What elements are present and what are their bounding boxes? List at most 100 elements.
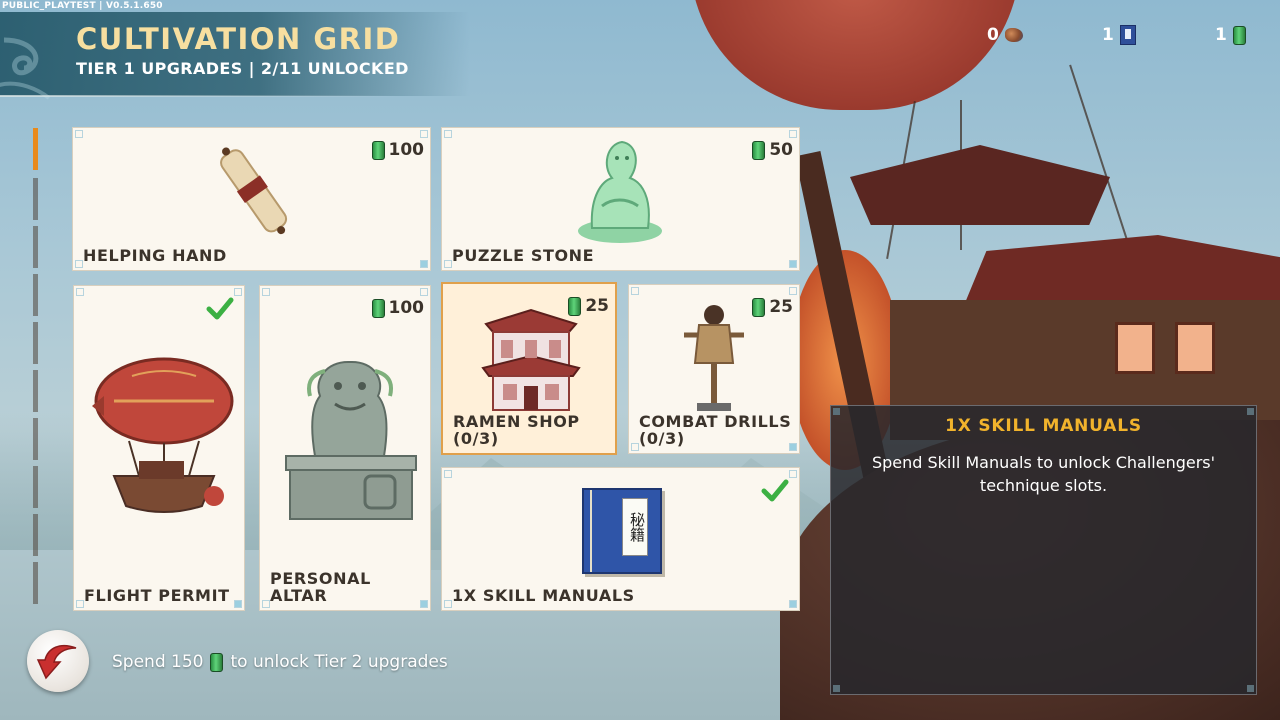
gem-icon xyxy=(210,652,224,672)
panel-corner xyxy=(833,685,840,692)
detail-panel: 1X SKILL MANUALS Spend Skill Manuals to … xyxy=(830,405,1257,695)
detail-description: Spend Skill Manuals to unlock Challenger… xyxy=(871,453,1216,495)
back-arrow-icon xyxy=(36,644,77,680)
version-label: PUBLIC_PLAYTEST | V0.5.1.650 xyxy=(2,1,163,11)
check-icon xyxy=(206,297,234,320)
panel-corner xyxy=(833,408,840,415)
airship-balloon xyxy=(690,0,1020,110)
ore-icon xyxy=(1004,28,1023,42)
training-dummy-icon xyxy=(684,305,744,411)
card-label: HELPING HAND xyxy=(83,246,227,265)
tier-rail-segment-active[interactable] xyxy=(33,128,38,170)
currency-ore: 0 xyxy=(987,25,1023,45)
card-corner xyxy=(789,470,797,478)
card-label: COMBAT DRILLS (0/3) xyxy=(639,413,791,447)
card-corner xyxy=(75,260,83,268)
card-corner xyxy=(444,260,452,268)
card-cost: 100 xyxy=(371,298,425,318)
currency-value: 0 xyxy=(987,25,999,45)
card-corner xyxy=(234,288,242,296)
cost-value: 100 xyxy=(388,298,425,318)
gem-icon xyxy=(371,298,385,318)
upgrade-card-combat-drills[interactable]: 25 COMBAT DRILLS (0/3) xyxy=(628,284,800,454)
gem-icon xyxy=(752,140,766,160)
tier-rail-segment[interactable] xyxy=(33,466,38,508)
currency-value: 1 xyxy=(1215,25,1227,45)
cost-value: 50 xyxy=(769,140,793,160)
card-corner xyxy=(789,287,797,295)
cabin-window xyxy=(1175,322,1215,374)
card-corner xyxy=(76,600,84,608)
card-corner xyxy=(789,260,797,268)
cabin-window xyxy=(1115,322,1155,374)
currency-value: 1 xyxy=(1102,25,1114,45)
tier-rail-segment[interactable] xyxy=(33,226,38,268)
card-corner xyxy=(262,288,270,296)
card-cost: 25 xyxy=(752,297,793,317)
tier-rail-segment[interactable] xyxy=(33,274,38,316)
card-corner xyxy=(420,288,428,296)
tier-rail-segment[interactable] xyxy=(33,562,38,604)
header-divider xyxy=(0,95,400,97)
card-label-line: (0/3) xyxy=(639,429,685,448)
tier-rail-segment[interactable] xyxy=(33,514,38,556)
card-label-line: COMBAT DRILLS xyxy=(639,412,792,431)
scroll-icon xyxy=(220,147,288,235)
skill-manual-book-icon: 秘籍 xyxy=(582,488,662,574)
tier-message-text: to unlock Tier 2 upgrades xyxy=(230,652,448,672)
back-button[interactable] xyxy=(27,630,89,692)
upgrade-card-helping-hand[interactable]: 100 HELPING HAND xyxy=(72,127,431,271)
card-corner xyxy=(789,600,797,608)
gem-icon xyxy=(371,140,385,160)
card-cost: 50 xyxy=(752,140,793,160)
airship-roof xyxy=(850,145,1110,225)
gem-icon xyxy=(1232,25,1246,45)
tier-rail-segment[interactable] xyxy=(33,370,38,412)
page-title: CULTIVATION GRID xyxy=(76,22,401,56)
card-corner xyxy=(76,288,84,296)
card-label: FLIGHT PERMIT xyxy=(84,586,230,605)
card-corner xyxy=(75,130,83,138)
book-title: 秘籍 xyxy=(622,498,648,556)
rope xyxy=(1069,64,1133,256)
tier-rail-segment[interactable] xyxy=(33,178,38,220)
check-icon xyxy=(761,479,789,502)
upgrade-card-skill-manuals[interactable]: 秘籍 1X SKILL MANUALS xyxy=(441,467,800,611)
card-cost: 25 xyxy=(568,296,609,316)
upgrade-card-ramen-shop[interactable]: 25 RAMEN SHOP (0/3) xyxy=(441,282,617,455)
card-label: RAMEN SHOP (0/3) xyxy=(453,412,580,448)
upgrade-card-puzzle-stone[interactable]: 50 PUZZLE STONE xyxy=(441,127,800,271)
card-corner xyxy=(631,443,639,451)
jade-statue-icon xyxy=(578,140,662,243)
tier-message-text: Spend 150 xyxy=(112,652,204,672)
card-label: 1X SKILL MANUALS xyxy=(452,586,635,605)
cost-value: 25 xyxy=(769,297,793,317)
cost-value: 100 xyxy=(388,140,425,160)
cost-value: 25 xyxy=(585,296,609,316)
tier-rail-segment[interactable] xyxy=(33,322,38,364)
upgrade-card-personal-altar[interactable]: 100 PERSONAL ALTAR xyxy=(259,285,431,611)
airship-icon xyxy=(92,357,234,513)
page-subtitle: TIER 1 UPGRADES | 2/11 UNLOCKED xyxy=(76,59,409,78)
swirl-ornament-icon xyxy=(0,37,51,100)
tier-rail-segment[interactable] xyxy=(33,418,38,460)
card-label: PUZZLE STONE xyxy=(452,246,595,265)
card-corner xyxy=(789,130,797,138)
detail-title: 1X SKILL MANUALS xyxy=(945,416,1142,436)
card-corner xyxy=(444,470,452,478)
guardian-lion-altar-icon xyxy=(285,360,417,520)
card-corner xyxy=(420,130,428,138)
card-label: PERSONAL ALTAR xyxy=(270,569,371,605)
card-corner xyxy=(444,600,452,608)
tier-unlock-message: Spend 150 to unlock Tier 2 upgrades xyxy=(112,652,448,672)
panel-corner xyxy=(1247,685,1254,692)
gem-icon xyxy=(752,297,766,317)
panel-corner xyxy=(1247,408,1254,415)
card-corner xyxy=(234,600,242,608)
upgrade-card-flight-permit[interactable]: FLIGHT PERMIT xyxy=(73,285,245,611)
card-corner xyxy=(631,287,639,295)
currency-jade: 1 xyxy=(1215,25,1246,45)
card-cost: 100 xyxy=(371,140,425,160)
ramen-shop-building-icon xyxy=(481,308,581,411)
card-corner xyxy=(444,130,452,138)
